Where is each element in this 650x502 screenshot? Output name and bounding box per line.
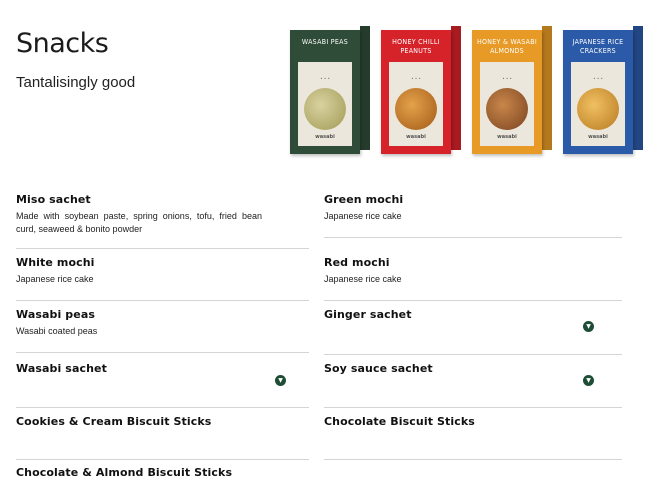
menu-item-miso-sachet[interactable]: Miso sachet Made with soybean paste, spr…	[16, 193, 262, 236]
pack-label: HONEY & WASABI ALMONDS	[476, 38, 538, 55]
menu-item-white-mochi[interactable]: White mochi Japanese rice cake	[16, 256, 314, 286]
chevron-down-icon[interactable]: ▼	[583, 321, 594, 332]
item-name: Chocolate Biscuit Sticks	[324, 415, 475, 428]
divider	[324, 459, 622, 460]
item-description: Made with soybean paste, spring onions, …	[16, 211, 262, 234]
divider	[16, 459, 309, 460]
pack-label: WASABI PEAS	[301, 38, 349, 46]
item-name: Green mochi	[324, 193, 404, 206]
page-title: Snacks	[16, 28, 109, 59]
snack-packs-image: WASABI PEAS • • • wasabi HONEY CHILLI PEA…	[290, 26, 646, 158]
item-description: Japanese rice cake	[324, 211, 402, 221]
divider	[324, 237, 622, 238]
item-description: Japanese rice cake	[16, 274, 94, 284]
pack-honey-chilli-peanuts: HONEY CHILLI PEANUTS • • • wasabi	[381, 26, 461, 154]
menu-item-chocolate-biscuit-sticks[interactable]: Chocolate Biscuit Sticks	[324, 415, 622, 428]
pack-label: JAPANESE RICE CRACKERS	[572, 38, 624, 55]
menu-item-chocolate-almond-biscuit-sticks[interactable]: Chocolate & Almond Biscuit Sticks	[16, 466, 314, 479]
divider	[16, 248, 309, 249]
pack-label: HONEY CHILLI PEANUTS	[392, 38, 440, 55]
divider	[324, 354, 622, 355]
item-name: Ginger sachet	[324, 308, 412, 321]
page-subtitle: Tantalisingly good	[16, 74, 136, 91]
divider	[16, 352, 309, 353]
item-name: Wasabi sachet	[16, 362, 107, 375]
item-description: Japanese rice cake	[324, 274, 402, 284]
divider	[324, 300, 622, 301]
item-name: Cookies & Cream Biscuit Sticks	[16, 415, 212, 428]
pack-wasabi-peas: WASABI PEAS • • • wasabi	[290, 26, 370, 154]
item-name: Wasabi peas	[16, 308, 96, 321]
item-description: Wasabi coated peas	[16, 326, 98, 336]
menu-item-red-mochi[interactable]: Red mochi Japanese rice cake	[324, 256, 622, 286]
chevron-down-icon[interactable]: ▼	[583, 375, 594, 386]
menu-item-ginger-sachet[interactable]: Ginger sachet	[324, 308, 622, 321]
divider	[16, 300, 309, 301]
pack-japanese-rice-crackers: JAPANESE RICE CRACKERS • • • wasabi	[563, 26, 643, 154]
chevron-down-icon[interactable]: ▼	[275, 375, 286, 386]
item-name: Red mochi	[324, 256, 390, 269]
pack-honey-wasabi-almonds: HONEY & WASABI ALMONDS • • • wasabi	[472, 26, 552, 154]
snacks-page: Snacks Tantalisingly good WASABI PEAS • …	[0, 0, 650, 502]
item-name: Soy sauce sachet	[324, 362, 433, 375]
menu-item-cookies-cream-biscuit-sticks[interactable]: Cookies & Cream Biscuit Sticks	[16, 415, 314, 428]
item-name: White mochi	[16, 256, 95, 269]
menu-item-soy-sauce-sachet[interactable]: Soy sauce sachet	[324, 362, 622, 375]
menu-item-wasabi-sachet[interactable]: Wasabi sachet	[16, 362, 314, 375]
item-name: Miso sachet	[16, 193, 91, 206]
divider	[324, 407, 622, 408]
divider	[16, 407, 309, 408]
menu-item-wasabi-peas[interactable]: Wasabi peas Wasabi coated peas	[16, 308, 314, 338]
item-name: Chocolate & Almond Biscuit Sticks	[16, 466, 233, 479]
menu-item-green-mochi[interactable]: Green mochi Japanese rice cake	[324, 193, 622, 223]
